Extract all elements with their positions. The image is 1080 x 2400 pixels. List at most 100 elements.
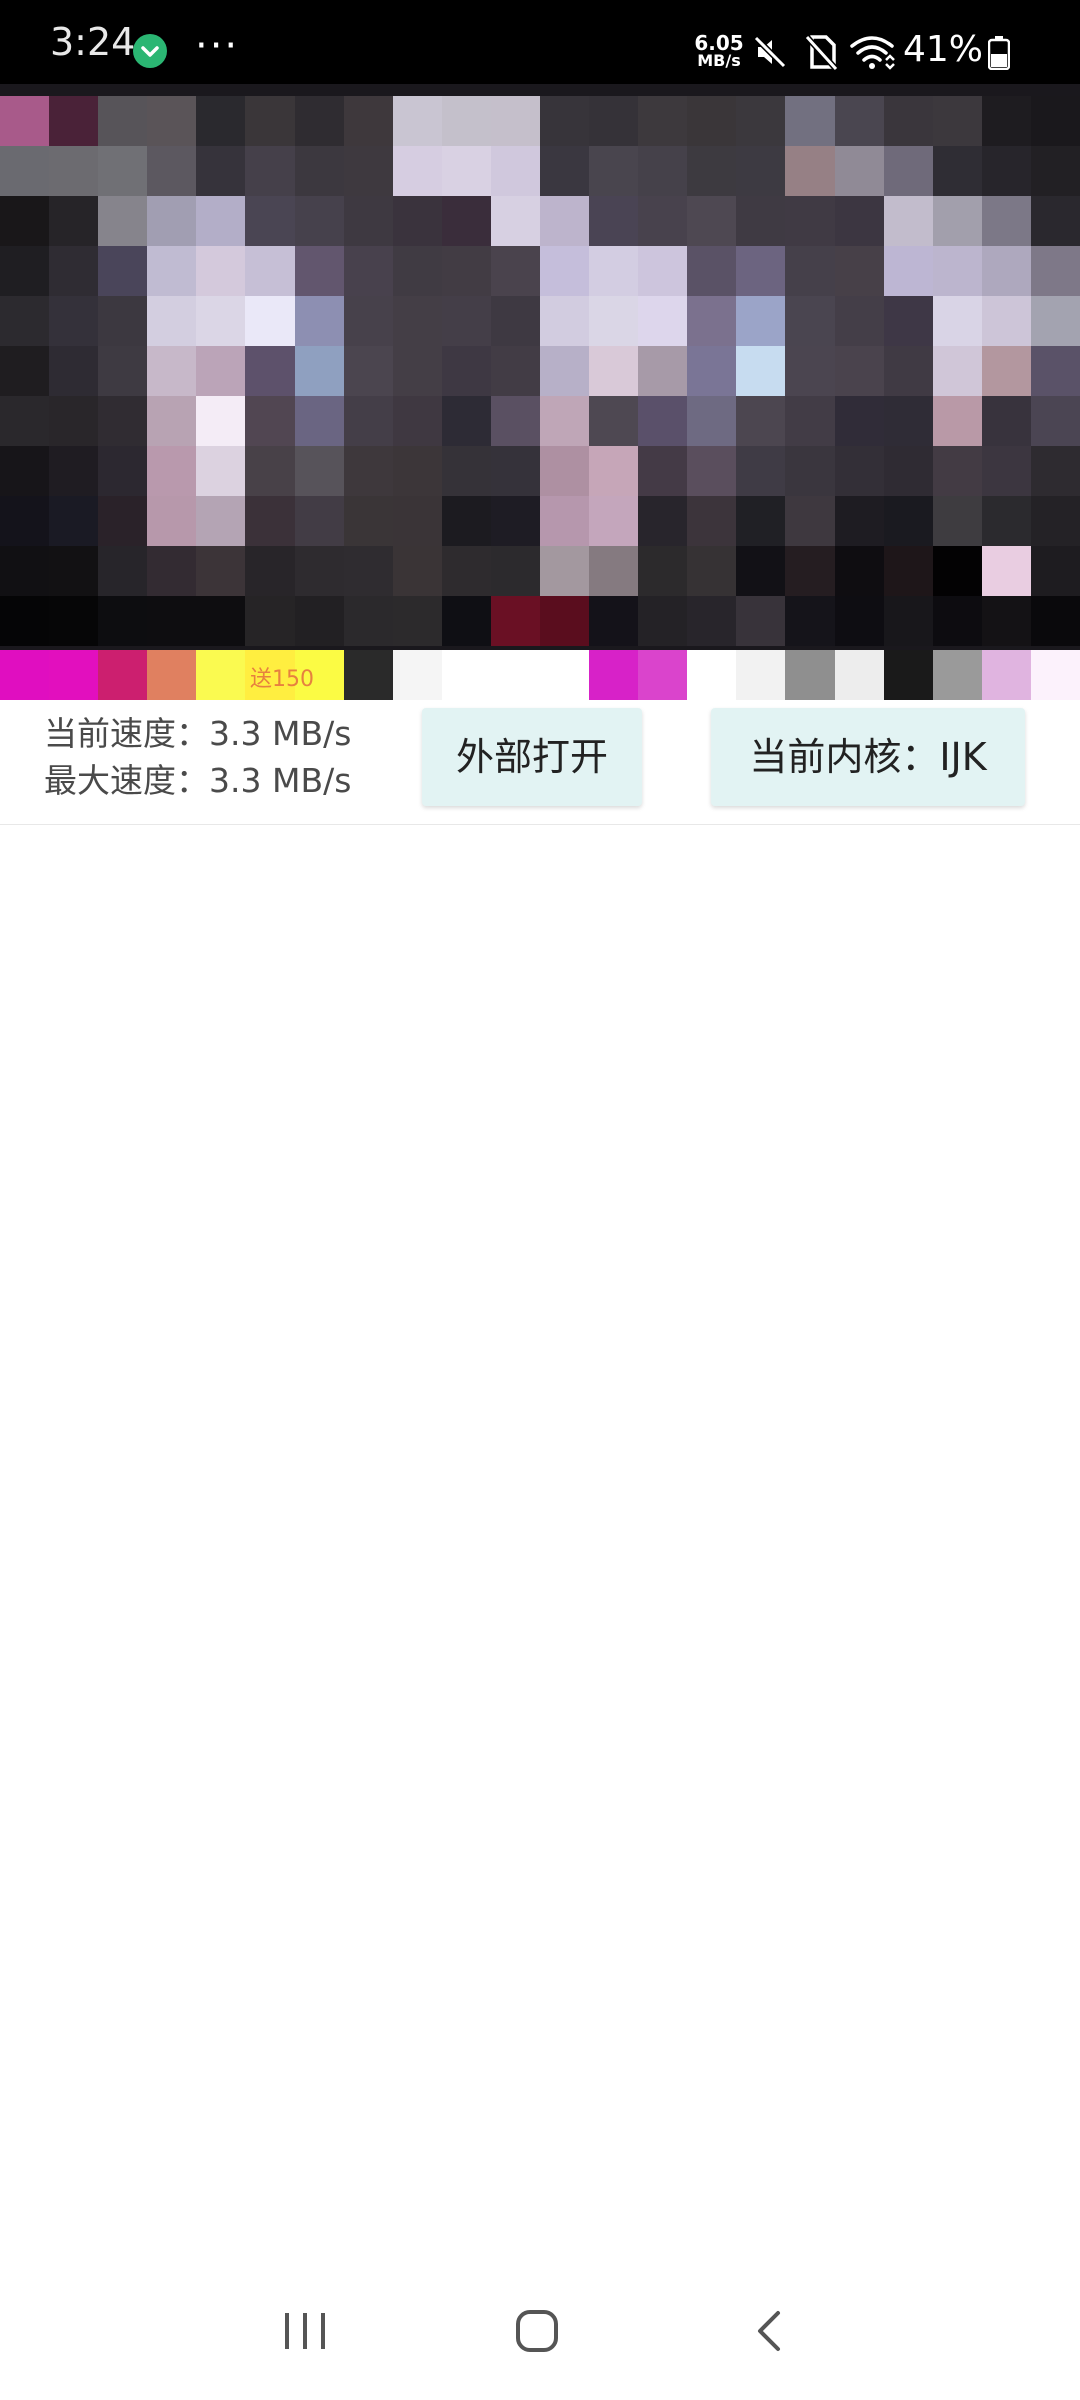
video-strip-pixel: [147, 650, 197, 700]
video-pixel: [294, 196, 344, 246]
video-pixel: [245, 496, 295, 546]
video-pixel: [638, 96, 688, 146]
video-pixel: [981, 496, 1031, 546]
video-pixel: [932, 596, 982, 646]
video-pixel: [294, 96, 344, 146]
video-pixel: [98, 296, 148, 346]
video-pixel: [834, 596, 884, 646]
video-pixel: [736, 446, 786, 496]
home-icon[interactable]: [515, 2309, 559, 2357]
video-bottom-strip: [0, 650, 1080, 700]
max-speed-label: 最大速度：: [44, 761, 209, 800]
video-player[interactable]: 送150: [0, 84, 1080, 700]
video-pixel: [49, 396, 99, 446]
video-pixel: [736, 546, 786, 596]
recent-apps-icon[interactable]: [281, 2309, 329, 2357]
video-pixel: [147, 246, 197, 296]
video-pixel: [932, 296, 982, 346]
open-external-button[interactable]: 外部打开: [422, 708, 642, 806]
video-pixel: [441, 396, 491, 446]
video-pixel: [196, 396, 246, 446]
video-pixel: [785, 196, 835, 246]
video-pixel: [490, 246, 540, 296]
video-pixel: [0, 296, 50, 346]
pixelated-video-frame: [0, 96, 1080, 646]
video-strip-pixel: [785, 650, 835, 700]
video-pixel: [0, 496, 50, 546]
video-pixel: [981, 596, 1031, 646]
video-pixel: [932, 346, 982, 396]
video-pixel: [294, 296, 344, 346]
video-pixel: [147, 546, 197, 596]
video-pixel: [49, 146, 99, 196]
video-pixel: [981, 446, 1031, 496]
video-strip-pixel: [932, 650, 982, 700]
video-pixel: [245, 396, 295, 446]
back-icon[interactable]: [752, 2309, 788, 2357]
video-pixel: [589, 246, 639, 296]
video-pixel: [638, 446, 688, 496]
video-pixel: [0, 196, 50, 246]
current-speed-value: 3.3 MB/s: [209, 714, 352, 753]
video-pixel: [687, 296, 737, 346]
video-pixel: [589, 496, 639, 546]
video-pixel: [196, 246, 246, 296]
video-pixel: [1030, 96, 1080, 146]
video-pixel: [687, 146, 737, 196]
vpn-check-icon: [133, 34, 167, 68]
video-pixel: [687, 396, 737, 446]
video-pixel: [49, 246, 99, 296]
video-pixel: [245, 596, 295, 646]
video-pixel: [1030, 496, 1080, 546]
video-pixel: [49, 196, 99, 246]
video-pixel: [883, 296, 933, 346]
video-pixel: [687, 96, 737, 146]
mute-icon: [752, 34, 788, 74]
video-pixel: [687, 446, 737, 496]
battery-percent: 41%: [903, 29, 984, 70]
max-speed: 最大速度：3.3 MB/s: [44, 761, 351, 801]
video-pixel: [196, 596, 246, 646]
video-pixel: [785, 546, 835, 596]
video-pixel: [834, 246, 884, 296]
video-strip-pixel: [490, 650, 540, 700]
kernel-switch-button[interactable]: 当前内核：IJK: [711, 708, 1025, 806]
video-pixel: [441, 496, 491, 546]
video-pixel: [981, 246, 1031, 296]
video-pixel: [981, 546, 1031, 596]
video-pixel: [392, 146, 442, 196]
video-pixel: [687, 496, 737, 546]
video-pixel: [147, 296, 197, 346]
video-pixel: [441, 446, 491, 496]
video-pixel: [883, 446, 933, 496]
video-pixel: [196, 446, 246, 496]
video-pixel: [736, 496, 786, 546]
video-pixel: [981, 196, 1031, 246]
video-pixel: [736, 196, 786, 246]
max-speed-value: 3.3 MB/s: [209, 761, 352, 800]
video-pixel: [736, 96, 786, 146]
video-pixel: [343, 496, 393, 546]
video-pixel: [490, 396, 540, 446]
video-pixel: [932, 146, 982, 196]
video-pixel: [785, 296, 835, 346]
video-pixel: [785, 246, 835, 296]
video-pixel: [0, 96, 50, 146]
battery-icon: [987, 36, 1011, 74]
video-pixel: [981, 396, 1031, 446]
video-pixel: [1030, 396, 1080, 446]
video-pixel: [196, 146, 246, 196]
video-pixel: [736, 246, 786, 296]
video-pixel: [883, 546, 933, 596]
video-pixel: [589, 196, 639, 246]
video-pixel: [294, 596, 344, 646]
video-pixel: [932, 196, 982, 246]
network-speed-unit: MB/s: [697, 51, 741, 70]
video-pixel: [98, 446, 148, 496]
video-pixel: [638, 396, 688, 446]
status-time: 3:24: [50, 20, 136, 64]
video-pixel: [589, 96, 639, 146]
video-pixel: [98, 496, 148, 546]
video-pixel: [834, 546, 884, 596]
video-strip-pixel: [392, 650, 442, 700]
